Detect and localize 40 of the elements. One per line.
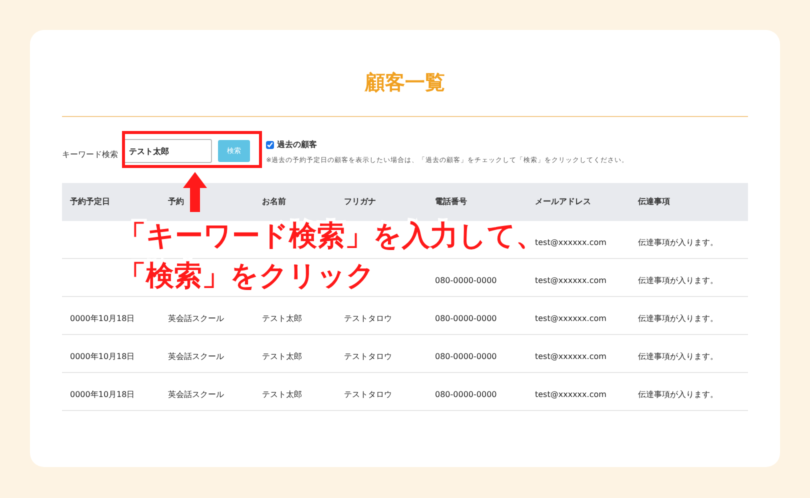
table-cell: 0000年10月18日 bbox=[70, 314, 135, 322]
up-arrow-icon bbox=[183, 172, 207, 212]
table-cell: 伝達事項が入ります。 bbox=[638, 276, 718, 284]
table-cell: 伝達事項が入ります。 bbox=[638, 314, 718, 322]
table-cell: 英会話スクール bbox=[168, 390, 224, 398]
table-cell: テスト太郎 bbox=[262, 352, 302, 360]
column-header: 電話番号 bbox=[435, 196, 468, 208]
column-header: 予約 bbox=[168, 196, 185, 208]
table-cell: 0000年10月18日 bbox=[70, 352, 135, 360]
table-cell: 伝達事項が入ります。 bbox=[638, 352, 718, 360]
keyword-field[interactable]: テスト太郎 bbox=[122, 139, 212, 163]
table-cell: 0000年10月18日 bbox=[70, 390, 135, 398]
table-cell: test@xxxxxx.com bbox=[535, 314, 606, 322]
table-cell: 伝達事項が入ります。 bbox=[638, 238, 718, 246]
table-cell: 080-0000-0000 bbox=[435, 276, 497, 284]
table-cell: 080-0000-0000 bbox=[435, 314, 497, 322]
table-cell: テストタロウ bbox=[344, 352, 392, 360]
table-cell: 080-0000-0000 bbox=[435, 390, 497, 398]
table-cell: test@xxxxxx.com bbox=[535, 238, 606, 246]
table-cell: テストタロウ bbox=[344, 390, 392, 398]
column-header: お名前 bbox=[262, 196, 287, 208]
column-header: 伝達事項 bbox=[638, 196, 671, 208]
table-cell: テスト太郎 bbox=[262, 314, 302, 322]
table-cell: 伝達事項が入ります。 bbox=[638, 390, 718, 398]
table-cell: 080-0000-0000 bbox=[435, 352, 497, 360]
page-title: 顧客一覧 bbox=[365, 69, 445, 96]
column-header: 予約予定日 bbox=[70, 196, 111, 208]
table-cell: test@xxxxxx.com bbox=[535, 352, 606, 360]
column-header: メールアドレス bbox=[535, 196, 592, 208]
keyword-label: キーワード検索 bbox=[62, 149, 118, 161]
past-customers-label: 過去の顧客 bbox=[277, 139, 317, 151]
table-cell: 英会話スクール bbox=[168, 352, 224, 360]
table-cell: test@xxxxxx.com bbox=[535, 390, 606, 398]
past-customers-checkbox[interactable] bbox=[266, 141, 274, 149]
table-cell: 英会話スクール bbox=[168, 314, 224, 322]
annotation-text: 「検索」をクリック bbox=[118, 258, 375, 294]
column-header: フリガナ bbox=[344, 196, 377, 208]
table-cell: テスト太郎 bbox=[262, 390, 302, 398]
table-cell: test@xxxxxx.com bbox=[535, 276, 606, 284]
table-cell: テストタロウ bbox=[344, 314, 392, 322]
